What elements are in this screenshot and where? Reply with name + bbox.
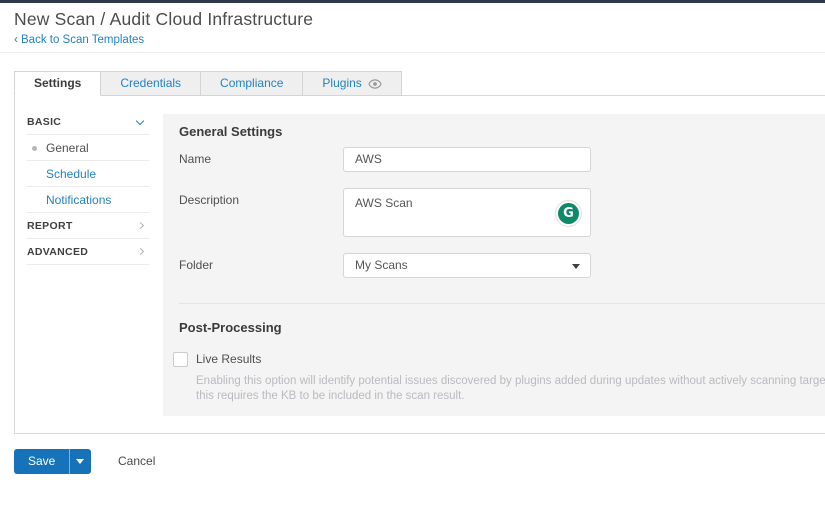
page-title: New Scan / Audit Cloud Infrastructure — [14, 9, 313, 30]
description-textarea[interactable]: AWS Scan G — [343, 188, 591, 237]
tab-credentials-label: Credentials — [120, 72, 181, 95]
top-accent-bar — [0, 0, 825, 3]
chevron-right-icon — [137, 222, 144, 229]
back-chevron-icon: ‹ — [14, 32, 18, 46]
name-input[interactable]: AWS — [343, 147, 591, 172]
save-dropdown-button[interactable] — [69, 449, 91, 474]
tab-bar: Settings Credentials Compliance Plugins — [14, 71, 402, 96]
header-divider — [0, 52, 825, 53]
tab-credentials[interactable]: Credentials — [101, 71, 201, 96]
dropdown-arrow-icon — [572, 264, 580, 269]
grammarly-icon[interactable]: G — [556, 201, 581, 226]
eye-icon — [368, 79, 382, 89]
sidebar-item-notifications-label: Notifications — [46, 193, 111, 207]
name-label: Name — [179, 152, 211, 166]
sidebar-item-schedule[interactable]: Schedule — [27, 161, 149, 187]
tab-plugins[interactable]: Plugins — [303, 71, 401, 96]
tab-plugins-label: Plugins — [322, 72, 361, 95]
sidebar-section-basic-label: BASIC — [27, 116, 61, 128]
folder-selected-value: My Scans — [355, 258, 408, 272]
settings-sidebar: BASIC General Schedule Notifications REP… — [27, 109, 149, 265]
name-input-value: AWS — [355, 152, 382, 166]
settings-panel: BASIC General Schedule Notifications REP… — [14, 95, 825, 434]
active-bullet-icon — [32, 146, 37, 151]
back-to-scan-templates-link[interactable]: ‹Back to Scan Templates — [14, 32, 144, 46]
sidebar-section-report[interactable]: REPORT — [27, 213, 149, 239]
live-results-label: Live Results — [196, 352, 261, 366]
sidebar-item-schedule-label: Schedule — [46, 167, 96, 181]
tab-settings[interactable]: Settings — [14, 71, 101, 96]
live-results-help-text: Enabling this option will identify poten… — [196, 374, 825, 404]
sidebar-section-advanced[interactable]: ADVANCED — [27, 239, 149, 265]
grammarly-glyph: G — [558, 203, 579, 224]
live-results-checkbox[interactable] — [173, 352, 188, 367]
sidebar-section-basic[interactable]: BASIC — [27, 109, 149, 135]
sidebar-section-report-label: REPORT — [27, 220, 73, 232]
post-processing-heading: Post-Processing — [179, 320, 282, 335]
tab-settings-label: Settings — [34, 72, 81, 95]
folder-dropdown[interactable]: My Scans — [343, 253, 591, 278]
tab-compliance-label: Compliance — [220, 72, 283, 95]
sidebar-item-general[interactable]: General — [27, 135, 149, 161]
description-value: AWS Scan — [355, 196, 413, 210]
general-settings-form: General Settings Name AWS Description AW… — [163, 114, 825, 416]
save-button[interactable]: Save — [14, 449, 69, 474]
description-label: Description — [179, 193, 239, 207]
sidebar-section-advanced-label: ADVANCED — [27, 246, 88, 258]
chevron-right-icon — [137, 248, 144, 255]
sidebar-item-general-label: General — [46, 141, 89, 155]
sidebar-item-notifications[interactable]: Notifications — [27, 187, 149, 213]
back-link-label: Back to Scan Templates — [21, 34, 144, 46]
help-line-1: Enabling this option will identify poten… — [196, 374, 825, 389]
section-divider — [179, 303, 825, 304]
cancel-button[interactable]: Cancel — [118, 449, 155, 474]
chevron-down-icon — [136, 117, 144, 125]
help-line-2: this requires the KB to be included in t… — [196, 389, 825, 404]
folder-label: Folder — [179, 258, 213, 272]
tab-compliance[interactable]: Compliance — [201, 71, 303, 96]
general-settings-heading: General Settings — [179, 124, 282, 139]
save-button-group: Save — [14, 449, 91, 474]
